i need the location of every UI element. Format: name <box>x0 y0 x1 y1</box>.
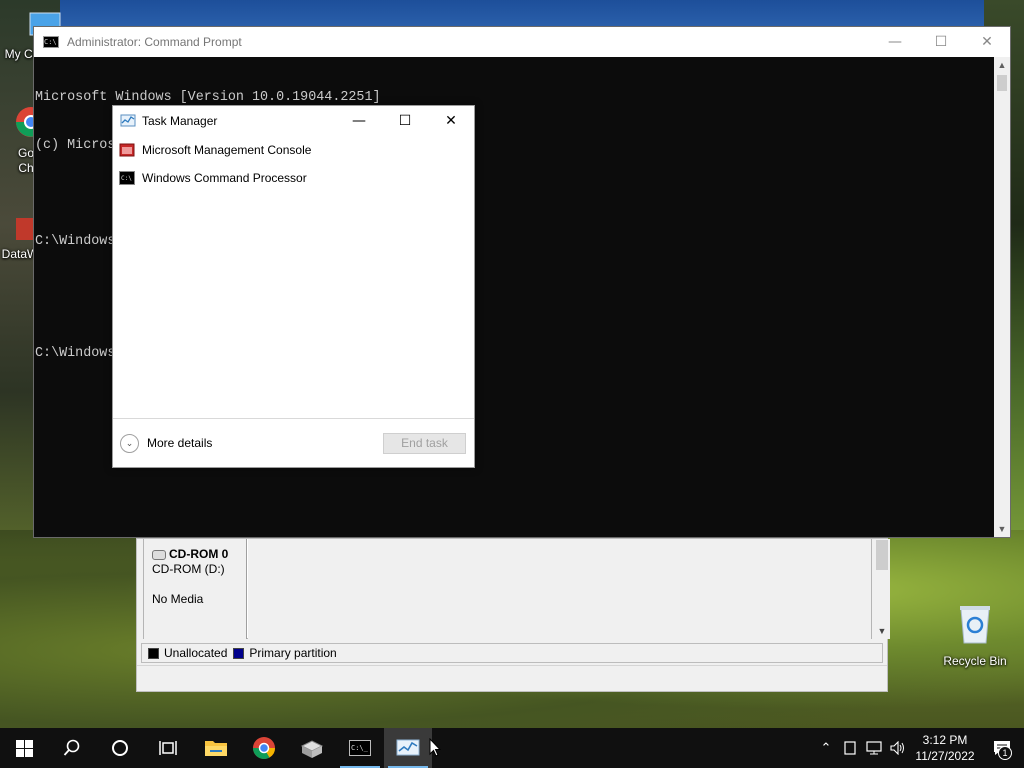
mmc-icon <box>119 143 135 157</box>
chevron-down-icon[interactable]: ⌄ <box>120 433 139 453</box>
app-list: Microsoft Management Console C:\ Windows… <box>113 135 474 192</box>
console-line: Microsoft Windows [Version 10.0.19044.22… <box>35 90 381 105</box>
tm-title: Task Manager <box>142 113 218 128</box>
chrome-icon <box>253 737 275 759</box>
disk-label-cdrom[interactable]: CD-ROM 0 CD-ROM (D:) No Media <box>144 539 247 639</box>
search-icon <box>63 739 80 756</box>
scroll-up-icon[interactable]: ▲ <box>994 57 1010 73</box>
task-manager-window[interactable]: Task Manager — ☐ ✕ Microsoft Management … <box>112 105 475 468</box>
console-scrollbar[interactable]: ▲ ▼ <box>994 57 1010 537</box>
list-item[interactable]: Microsoft Management Console <box>113 136 474 164</box>
svg-text:C:\_: C:\_ <box>351 744 369 752</box>
disk-media: No Media <box>152 592 204 606</box>
windows-logo-icon <box>15 739 33 757</box>
app-name: Windows Command Processor <box>142 171 307 185</box>
legend-label-primary: Primary partition <box>249 646 337 660</box>
status-bar <box>137 665 887 691</box>
scroll-down-icon[interactable]: ▼ <box>874 623 890 639</box>
disk-name: CD-ROM 0 <box>169 547 229 561</box>
folder-icon <box>205 741 227 756</box>
notification-count-badge: 1 <box>998 746 1012 760</box>
scroll-thumb[interactable] <box>876 540 888 570</box>
cmd-icon: C:\ <box>119 171 135 185</box>
volume-icon[interactable] <box>886 728 910 768</box>
close-button[interactable]: ✕ <box>964 27 1010 57</box>
desktop-icon-recycle-bin[interactable]: Recycle Bin <box>938 603 1012 668</box>
cortana-button[interactable] <box>96 728 144 768</box>
system-tray: ⌃ 3:12 PM 11/27/2022 1 <box>814 728 1024 768</box>
server-manager-button[interactable] <box>288 728 336 768</box>
svg-text:C:\: C:\ <box>121 175 132 182</box>
disk-volume-area[interactable] <box>248 539 871 639</box>
tm-footer: ⌄ More details End task <box>113 418 474 467</box>
maximize-button[interactable]: ☐ <box>382 106 428 135</box>
clock-date: 11/27/2022 <box>915 749 975 763</box>
cortana-circle-icon <box>112 740 128 756</box>
notification-center-button[interactable]: 1 <box>980 728 1024 768</box>
cmd-title: Administrator: Command Prompt <box>67 35 242 49</box>
cmd-app-icon: C:\ <box>43 36 59 48</box>
app-name: Microsoft Management Console <box>142 143 312 157</box>
task-view-button[interactable] <box>144 728 192 768</box>
start-button[interactable] <box>0 728 48 768</box>
command-prompt-taskbar-button[interactable]: C:\_ <box>336 728 384 768</box>
server-manager-icon <box>300 740 324 758</box>
search-button[interactable] <box>48 728 96 768</box>
disk-legend: Unallocated Primary partition <box>141 643 883 663</box>
legend-swatch-primary <box>233 647 245 659</box>
disk-panel: CD-ROM 0 CD-ROM (D:) No Media <box>143 539 872 639</box>
disk-management-window: CD-ROM 0 CD-ROM (D:) No Media ▼ Unalloca… <box>136 538 890 692</box>
task-manager-taskbar-button[interactable] <box>384 728 432 768</box>
close-button[interactable]: ✕ <box>428 106 474 135</box>
tablet-icon[interactable] <box>838 728 862 768</box>
disk-scrollbar[interactable]: ▼ <box>874 539 890 639</box>
chrome-button[interactable] <box>240 728 288 768</box>
cdrom-icon <box>152 549 166 560</box>
disk-type: CD-ROM (D:) <box>152 562 225 576</box>
scroll-thumb[interactable] <box>997 75 1007 91</box>
network-icon[interactable] <box>862 728 886 768</box>
disk-name-row: CD-ROM 0 <box>152 547 246 562</box>
task-manager-icon <box>396 739 420 756</box>
task-view-icon <box>159 741 177 755</box>
end-task-button[interactable]: End task <box>383 432 466 454</box>
cmd-titlebar[interactable]: C:\ Administrator: Command Prompt — ☐ ✕ <box>34 27 1010 57</box>
show-hidden-icons-chevron-up-icon[interactable]: ⌃ <box>814 728 838 768</box>
minimize-button[interactable]: — <box>336 106 382 135</box>
clock[interactable]: 3:12 PM 11/27/2022 <box>910 732 980 764</box>
cmd-icon: C:\_ <box>349 740 371 756</box>
recycle-bin-icon <box>960 606 990 644</box>
mouse-cursor-icon <box>429 738 441 757</box>
tm-titlebar[interactable]: Task Manager — ☐ ✕ <box>113 106 474 135</box>
legend-label-unallocated: Unallocated <box>164 646 228 660</box>
task-manager-icon <box>120 114 136 126</box>
list-item[interactable]: C:\ Windows Command Processor <box>113 164 474 192</box>
clock-time: 3:12 PM <box>922 733 968 747</box>
maximize-button[interactable]: ☐ <box>918 27 964 57</box>
taskbar: C:\_ ⌃ 3:12 PM 11/27/2022 1 <box>0 728 1024 768</box>
legend-swatch-unallocated <box>148 647 159 659</box>
more-details-link[interactable]: More details <box>147 436 383 450</box>
scroll-down-icon[interactable]: ▼ <box>994 521 1010 537</box>
file-explorer-button[interactable] <box>192 728 240 768</box>
desktop-icon-label: Recycle Bin <box>943 654 1007 668</box>
minimize-button[interactable]: — <box>872 27 918 57</box>
